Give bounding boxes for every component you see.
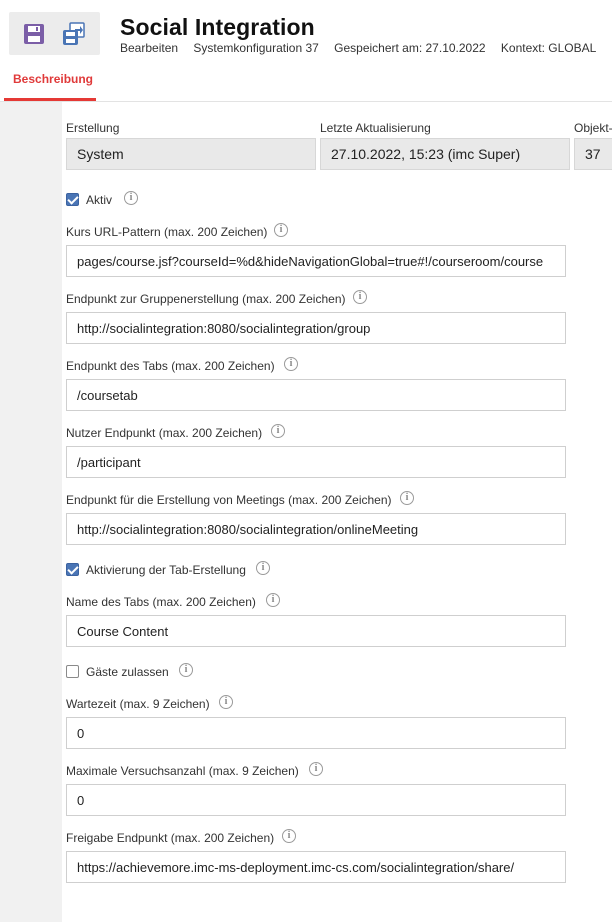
group-endpoint-info-icon[interactable]: i bbox=[353, 290, 367, 304]
share-endpoint-input[interactable] bbox=[66, 851, 566, 883]
max-attempts-label: Maximale Versuchsanzahl (max. 9 Zeichen) bbox=[66, 764, 299, 778]
tab-label: Beschreibung bbox=[13, 72, 94, 86]
tab-creation-info-icon[interactable]: i bbox=[256, 561, 270, 575]
save-as-button[interactable] bbox=[60, 20, 88, 48]
meta-saved: Gespeichert am: 27.10.2022 bbox=[334, 41, 486, 55]
tab-endpoint-info-icon[interactable]: i bbox=[284, 357, 298, 371]
updated-value: 27.10.2022, 15:23 (imc Super) bbox=[320, 138, 570, 170]
meeting-endpoint-input[interactable] bbox=[66, 513, 566, 545]
created-label: Erstellung bbox=[66, 121, 120, 135]
tab-creation-checkbox[interactable] bbox=[66, 563, 79, 576]
wait-time-info-icon[interactable]: i bbox=[219, 695, 233, 709]
tab-creation-label: Aktivierung der Tab-Erstellung bbox=[86, 563, 246, 577]
meeting-endpoint-info-icon[interactable]: i bbox=[400, 491, 414, 505]
save-icon bbox=[24, 24, 44, 44]
meeting-endpoint-label: Endpunkt für die Erstellung von Meetings… bbox=[66, 493, 392, 507]
header-divider bbox=[0, 101, 612, 102]
group-endpoint-input[interactable] bbox=[66, 312, 566, 344]
meta-context: Kontext: GLOBAL bbox=[500, 41, 597, 55]
tab-endpoint-input[interactable] bbox=[66, 379, 566, 411]
created-value: System bbox=[66, 138, 316, 170]
tab-name-info-icon[interactable]: i bbox=[266, 593, 280, 607]
active-checkbox[interactable] bbox=[66, 193, 79, 206]
user-endpoint-input[interactable] bbox=[66, 446, 566, 478]
guests-label: Gäste zulassen bbox=[86, 665, 169, 679]
guests-info-icon[interactable]: i bbox=[179, 663, 193, 677]
object-value: 37 bbox=[574, 138, 612, 170]
object-label: Objekt- bbox=[574, 121, 612, 135]
wait-time-input[interactable] bbox=[66, 717, 566, 749]
page-title: Social Integration bbox=[120, 14, 315, 40]
tab-name-label: Name des Tabs (max. 200 Zeichen) bbox=[66, 595, 256, 609]
page-meta: Bearbeiten Systemkonfiguration 37 Gespei… bbox=[120, 41, 608, 55]
user-endpoint-label: Nutzer Endpunkt (max. 200 Zeichen) bbox=[66, 426, 263, 440]
max-attempts-info-icon[interactable]: i bbox=[309, 762, 323, 776]
active-label: Aktiv bbox=[86, 193, 113, 207]
group-endpoint-label: Endpunkt zur Gruppenerstellung (max. 200… bbox=[66, 292, 346, 306]
meta-mode: Bearbeiten bbox=[120, 41, 179, 55]
save-as-icon bbox=[63, 22, 85, 45]
guests-checkbox[interactable] bbox=[66, 665, 79, 678]
meta-config: Systemkonfiguration 37 bbox=[193, 41, 319, 55]
tab-beschreibung[interactable]: Beschreibung bbox=[4, 62, 96, 101]
course-url-info-icon[interactable]: i bbox=[274, 223, 288, 237]
left-sidebar bbox=[0, 102, 62, 922]
toolbar bbox=[9, 12, 100, 55]
user-endpoint-info-icon[interactable]: i bbox=[271, 424, 285, 438]
active-info-icon[interactable]: i bbox=[124, 191, 138, 205]
updated-label: Letzte Aktualisierung bbox=[320, 121, 431, 135]
wait-time-label: Wartezeit (max. 9 Zeichen) bbox=[66, 697, 210, 711]
share-endpoint-label: Freigabe Endpunkt (max. 200 Zeichen) bbox=[66, 831, 275, 845]
share-endpoint-info-icon[interactable]: i bbox=[282, 829, 296, 843]
tab-name-input[interactable] bbox=[66, 615, 566, 647]
tab-endpoint-label: Endpunkt des Tabs (max. 200 Zeichen) bbox=[66, 359, 275, 373]
save-button[interactable] bbox=[20, 20, 48, 48]
course-url-input[interactable] bbox=[66, 245, 566, 277]
course-url-label: Kurs URL-Pattern (max. 200 Zeichen) bbox=[66, 225, 268, 239]
max-attempts-input[interactable] bbox=[66, 784, 566, 816]
